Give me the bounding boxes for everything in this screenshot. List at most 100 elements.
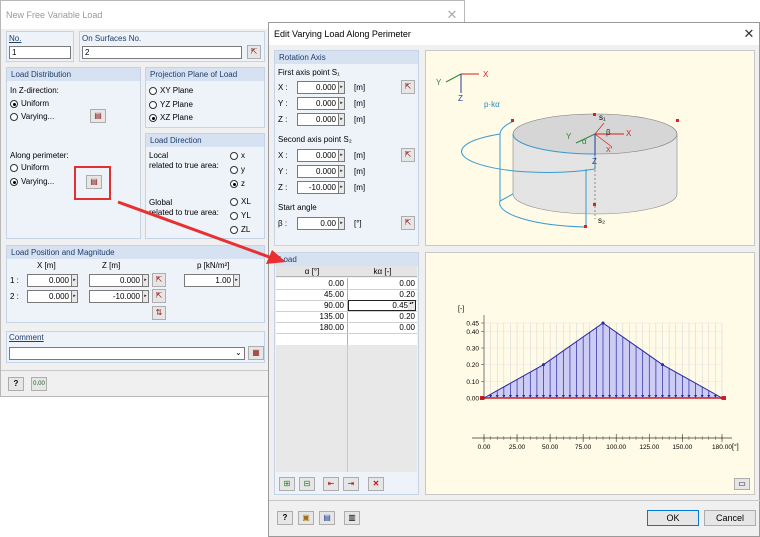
s1-x-input[interactable]: 0.000 [297, 81, 339, 94]
comment-library-icon[interactable]: ▦ [248, 346, 264, 360]
global-sub-label: related to true area: [149, 208, 219, 217]
x2-input[interactable]: 0.000 [27, 290, 72, 303]
dialog2-close-icon[interactable]: ✕ [739, 23, 759, 45]
s1-z-spin[interactable]: ▸ [338, 113, 345, 126]
beta-label: β : [278, 219, 288, 228]
s2-y-spin[interactable]: ▸ [338, 165, 345, 178]
table-row[interactable]: 180.00 [276, 322, 344, 333]
pick-s1-icon[interactable]: ⇱ [401, 80, 415, 94]
x-axis-label: [°] [732, 443, 739, 451]
copy-row-icon[interactable]: ⊟ [299, 477, 315, 491]
table-row[interactable]: 0.20 [348, 311, 415, 322]
table-row[interactable]: 90.00 [276, 300, 344, 311]
p1-spin[interactable]: ▸ [233, 274, 240, 287]
s2-x-spin[interactable]: ▸ [338, 149, 345, 162]
pick-beta-icon[interactable]: ⇱ [401, 216, 415, 230]
perim-varying-edit-icon[interactable]: ▤ [86, 175, 102, 189]
s2-x-input[interactable]: 0.000 [297, 149, 339, 162]
s1-x-unit: [m] [354, 83, 366, 92]
xy-plane-radio[interactable] [149, 87, 157, 95]
units-icon[interactable]: 0.00 [31, 377, 47, 391]
node-marker [722, 396, 726, 400]
z-varying-edit-icon[interactable]: ▤ [90, 109, 106, 123]
in-z-label: In Z-direction: [10, 86, 59, 95]
z2-input[interactable]: -10.000 [89, 290, 143, 303]
load-direction-header: Load Direction [146, 134, 264, 147]
help-icon[interactable]: ? [277, 511, 293, 525]
local-x-radio[interactable] [230, 152, 238, 160]
insert-row-icon[interactable]: ⊞ [279, 477, 295, 491]
surfaces-input[interactable]: 2 [82, 46, 242, 59]
pick-point2-icon[interactable]: ⇱ [152, 289, 166, 303]
local-z-label: z [241, 179, 245, 188]
s1-y-input[interactable]: 0.000 [297, 97, 339, 110]
print-icon[interactable]: ▥ [344, 511, 360, 525]
x2-spin[interactable]: ▸ [71, 290, 78, 303]
s2-y-input[interactable]: 0.000 [297, 165, 339, 178]
s2-z-spin[interactable]: ▸ [338, 181, 345, 194]
s1-label: s₁ [599, 113, 606, 122]
z-varying-radio[interactable] [10, 113, 18, 121]
x1-input[interactable]: 0.000 [27, 274, 72, 287]
load-table-group: Load α [°] kα [-] 0.00 0.00 45.00 0.20 9… [274, 252, 419, 495]
p1-input[interactable]: 1.00 [184, 274, 234, 287]
x-tick-label: 125.00 [639, 444, 659, 451]
beta-input[interactable]: 0.00 [297, 217, 339, 230]
xz-plane-radio[interactable] [149, 114, 157, 122]
ok-button[interactable]: OK [647, 510, 699, 526]
dialog2-footer [269, 500, 760, 501]
axis-y-text: Y [436, 78, 442, 87]
shift-right-icon[interactable]: ⇥ [343, 477, 359, 491]
shift-left-icon[interactable]: ⇤ [323, 477, 339, 491]
s2-z-unit: [m] [354, 183, 366, 192]
perim-uniform-radio[interactable] [10, 164, 18, 172]
no-input[interactable]: 1 [9, 46, 71, 59]
pick-surface-icon[interactable]: ⇱ [247, 45, 261, 59]
s1-x-spin[interactable]: ▸ [338, 81, 345, 94]
local-y-text: Y [566, 132, 572, 141]
z1-spin[interactable]: ▸ [142, 274, 149, 287]
pick-s2-icon[interactable]: ⇱ [401, 148, 415, 162]
table-row[interactable]: 45.00 [276, 289, 344, 300]
comment-dropdown-icon[interactable]: ⌄ [235, 348, 242, 357]
table-row[interactable]: 0.00 [348, 322, 415, 333]
pick-both-points-icon[interactable]: ⇅ [152, 306, 166, 320]
table-row[interactable]: 0.45 [348, 300, 408, 311]
global-xl-radio[interactable] [230, 198, 238, 206]
s1-z-input[interactable]: 0.000 [297, 113, 339, 126]
cell-spin-icon[interactable]: ▴▾ [408, 301, 415, 310]
global-yl-radio[interactable] [230, 212, 238, 220]
open-icon[interactable]: ▣ [298, 511, 314, 525]
s1-y-spin[interactable]: ▸ [338, 97, 345, 110]
table-row[interactable]: 135.00 [276, 311, 344, 322]
beta-spin[interactable]: ▸ [338, 217, 345, 230]
axis-z-text: Z [458, 94, 463, 103]
delete-row-icon[interactable]: ✕ [368, 477, 384, 491]
perim-varying-radio[interactable] [10, 178, 18, 186]
local-z-radio[interactable] [230, 180, 238, 188]
table-row[interactable]: 0.00 [276, 278, 344, 289]
projection-plane-group: Projection Plane of Load XY Plane YZ Pla… [145, 67, 265, 128]
save-icon[interactable]: ▤ [319, 511, 335, 525]
node-marker [676, 119, 679, 122]
rotation-axis-group: Rotation Axis First axis point S₁ X : 0.… [274, 50, 419, 246]
along-perimeter-label: Along perimeter: [10, 151, 69, 160]
table-row[interactable]: 0.00 [348, 278, 415, 289]
yz-plane-radio[interactable] [149, 101, 157, 109]
global-zl-radio[interactable] [230, 226, 238, 234]
x-tick-label: 25.00 [509, 444, 526, 451]
z-uniform-radio[interactable] [10, 100, 18, 108]
chart-view-icon[interactable]: ▭ [734, 478, 750, 490]
local-y-radio[interactable] [230, 166, 238, 174]
s2-z-input[interactable]: -10.000 [297, 181, 339, 194]
help-icon[interactable]: ? [8, 377, 24, 391]
pick-point1-icon[interactable]: ⇱ [152, 273, 166, 287]
row1-label: 1 : [10, 276, 19, 285]
global-xl-label: XL [241, 197, 251, 206]
x1-spin[interactable]: ▸ [71, 274, 78, 287]
table-row[interactable]: 0.20 [348, 289, 415, 300]
z1-input[interactable]: 0.000 [89, 274, 143, 287]
comment-input[interactable] [9, 347, 245, 360]
z2-spin[interactable]: ▸ [142, 290, 149, 303]
cancel-button[interactable]: Cancel [704, 510, 756, 526]
